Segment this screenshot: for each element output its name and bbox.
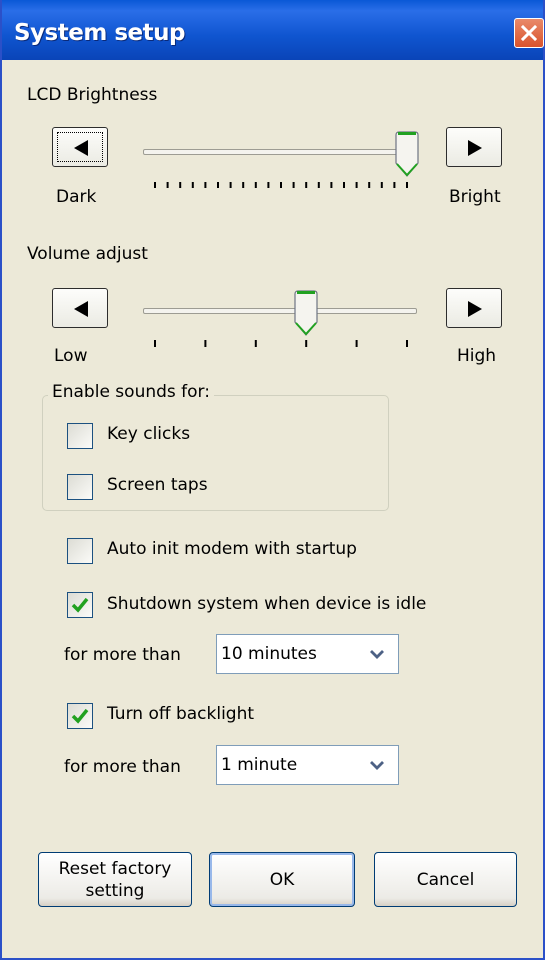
cancel-label: Cancel — [416, 870, 475, 890]
slider-tick — [355, 182, 358, 188]
slider-tick — [242, 182, 245, 188]
volume-decrease-button[interactable] — [52, 288, 108, 328]
reset-factory-label-line1: Reset factory — [58, 859, 172, 879]
shutdown-duration-select[interactable]: 10 minutes — [216, 634, 399, 674]
slider-tick — [305, 340, 308, 347]
close-icon — [520, 24, 538, 42]
brightness-slider-track[interactable] — [143, 149, 417, 155]
volume-slider-track[interactable] — [143, 308, 417, 314]
sounds-groupbox — [42, 395, 389, 511]
key-clicks-label: Key clicks — [107, 424, 191, 444]
brightness-ticks — [154, 182, 408, 188]
backlight-off-checkbox[interactable] — [67, 703, 93, 729]
screen-taps-checkbox[interactable] — [67, 474, 93, 500]
shutdown-duration-prefix: for more than — [64, 645, 181, 665]
slider-tick — [368, 182, 371, 188]
volume-increase-button[interactable] — [446, 288, 502, 328]
slider-tick — [280, 182, 282, 188]
window-title: System setup — [14, 20, 185, 46]
brightness-decrease-button[interactable] — [52, 127, 108, 167]
right-arrow-icon — [468, 140, 482, 156]
volume-ticks — [154, 340, 408, 347]
slider-tick — [380, 182, 383, 188]
brightness-min-label: Dark — [56, 187, 97, 207]
slider-tick — [355, 340, 358, 347]
volume-label: Volume adjust — [27, 244, 148, 264]
slider-tick — [204, 340, 207, 347]
close-button[interactable] — [514, 18, 544, 48]
slider-tick — [191, 182, 194, 188]
shutdown-idle-label: Shutdown system when device is idle — [107, 594, 427, 614]
slider-tick — [254, 340, 257, 347]
brightness-label: LCD Brightness — [27, 85, 158, 105]
backlight-duration-select[interactable]: 1 minute — [216, 745, 399, 785]
slider-tick — [406, 182, 408, 188]
slider-tick — [254, 182, 257, 188]
shutdown-duration-value: 10 minutes — [221, 644, 317, 664]
chevron-down-icon — [370, 761, 384, 770]
slider-tick — [393, 182, 396, 188]
brightness-slider-thumb[interactable] — [395, 131, 419, 179]
left-arrow-icon — [74, 140, 88, 156]
reset-factory-button[interactable]: Reset factory setting — [38, 852, 192, 907]
backlight-duration-value: 1 minute — [221, 755, 298, 775]
shutdown-idle-checkbox[interactable] — [67, 592, 93, 618]
chevron-down-icon — [370, 650, 384, 659]
ok-label: OK — [269, 870, 295, 890]
brightness-max-label: Bright — [449, 187, 501, 207]
auto-init-modem-checkbox[interactable] — [67, 538, 93, 564]
slider-tick — [179, 182, 182, 188]
slider-tick — [217, 182, 219, 188]
brightness-increase-button[interactable] — [446, 127, 502, 167]
system-setup-window: System setup LCD Brightness Dark Bright … — [0, 0, 545, 960]
slider-tick — [154, 340, 156, 347]
slider-tick — [267, 182, 270, 188]
slider-tick — [406, 340, 408, 347]
left-arrow-icon — [74, 301, 88, 317]
cancel-button[interactable]: Cancel — [374, 852, 517, 907]
sounds-group-legend: Enable sounds for: — [48, 382, 214, 402]
slider-tick — [154, 182, 156, 188]
slider-tick — [305, 182, 308, 188]
slider-tick — [204, 182, 207, 188]
slider-tick — [330, 182, 333, 188]
slider-tick — [229, 182, 232, 188]
slider-tick — [166, 182, 169, 188]
volume-min-label: Low — [54, 346, 88, 366]
backlight-duration-prefix: for more than — [64, 757, 181, 777]
checkmark-icon — [71, 708, 89, 724]
reset-factory-label-line2: setting — [85, 881, 145, 901]
slider-tick — [343, 182, 345, 188]
backlight-off-label: Turn off backlight — [107, 704, 255, 724]
slider-tick — [292, 182, 295, 188]
title-bar[interactable]: System setup — [2, 0, 544, 60]
screen-taps-label: Screen taps — [107, 475, 208, 495]
right-arrow-icon — [468, 301, 482, 317]
checkmark-icon — [71, 597, 89, 613]
slider-tick — [317, 182, 320, 188]
volume-slider-thumb[interactable] — [294, 290, 318, 338]
key-clicks-checkbox[interactable] — [67, 423, 93, 449]
volume-max-label: High — [457, 346, 497, 366]
auto-init-modem-label: Auto init modem with startup — [107, 539, 357, 559]
ok-button[interactable]: OK — [209, 852, 355, 907]
